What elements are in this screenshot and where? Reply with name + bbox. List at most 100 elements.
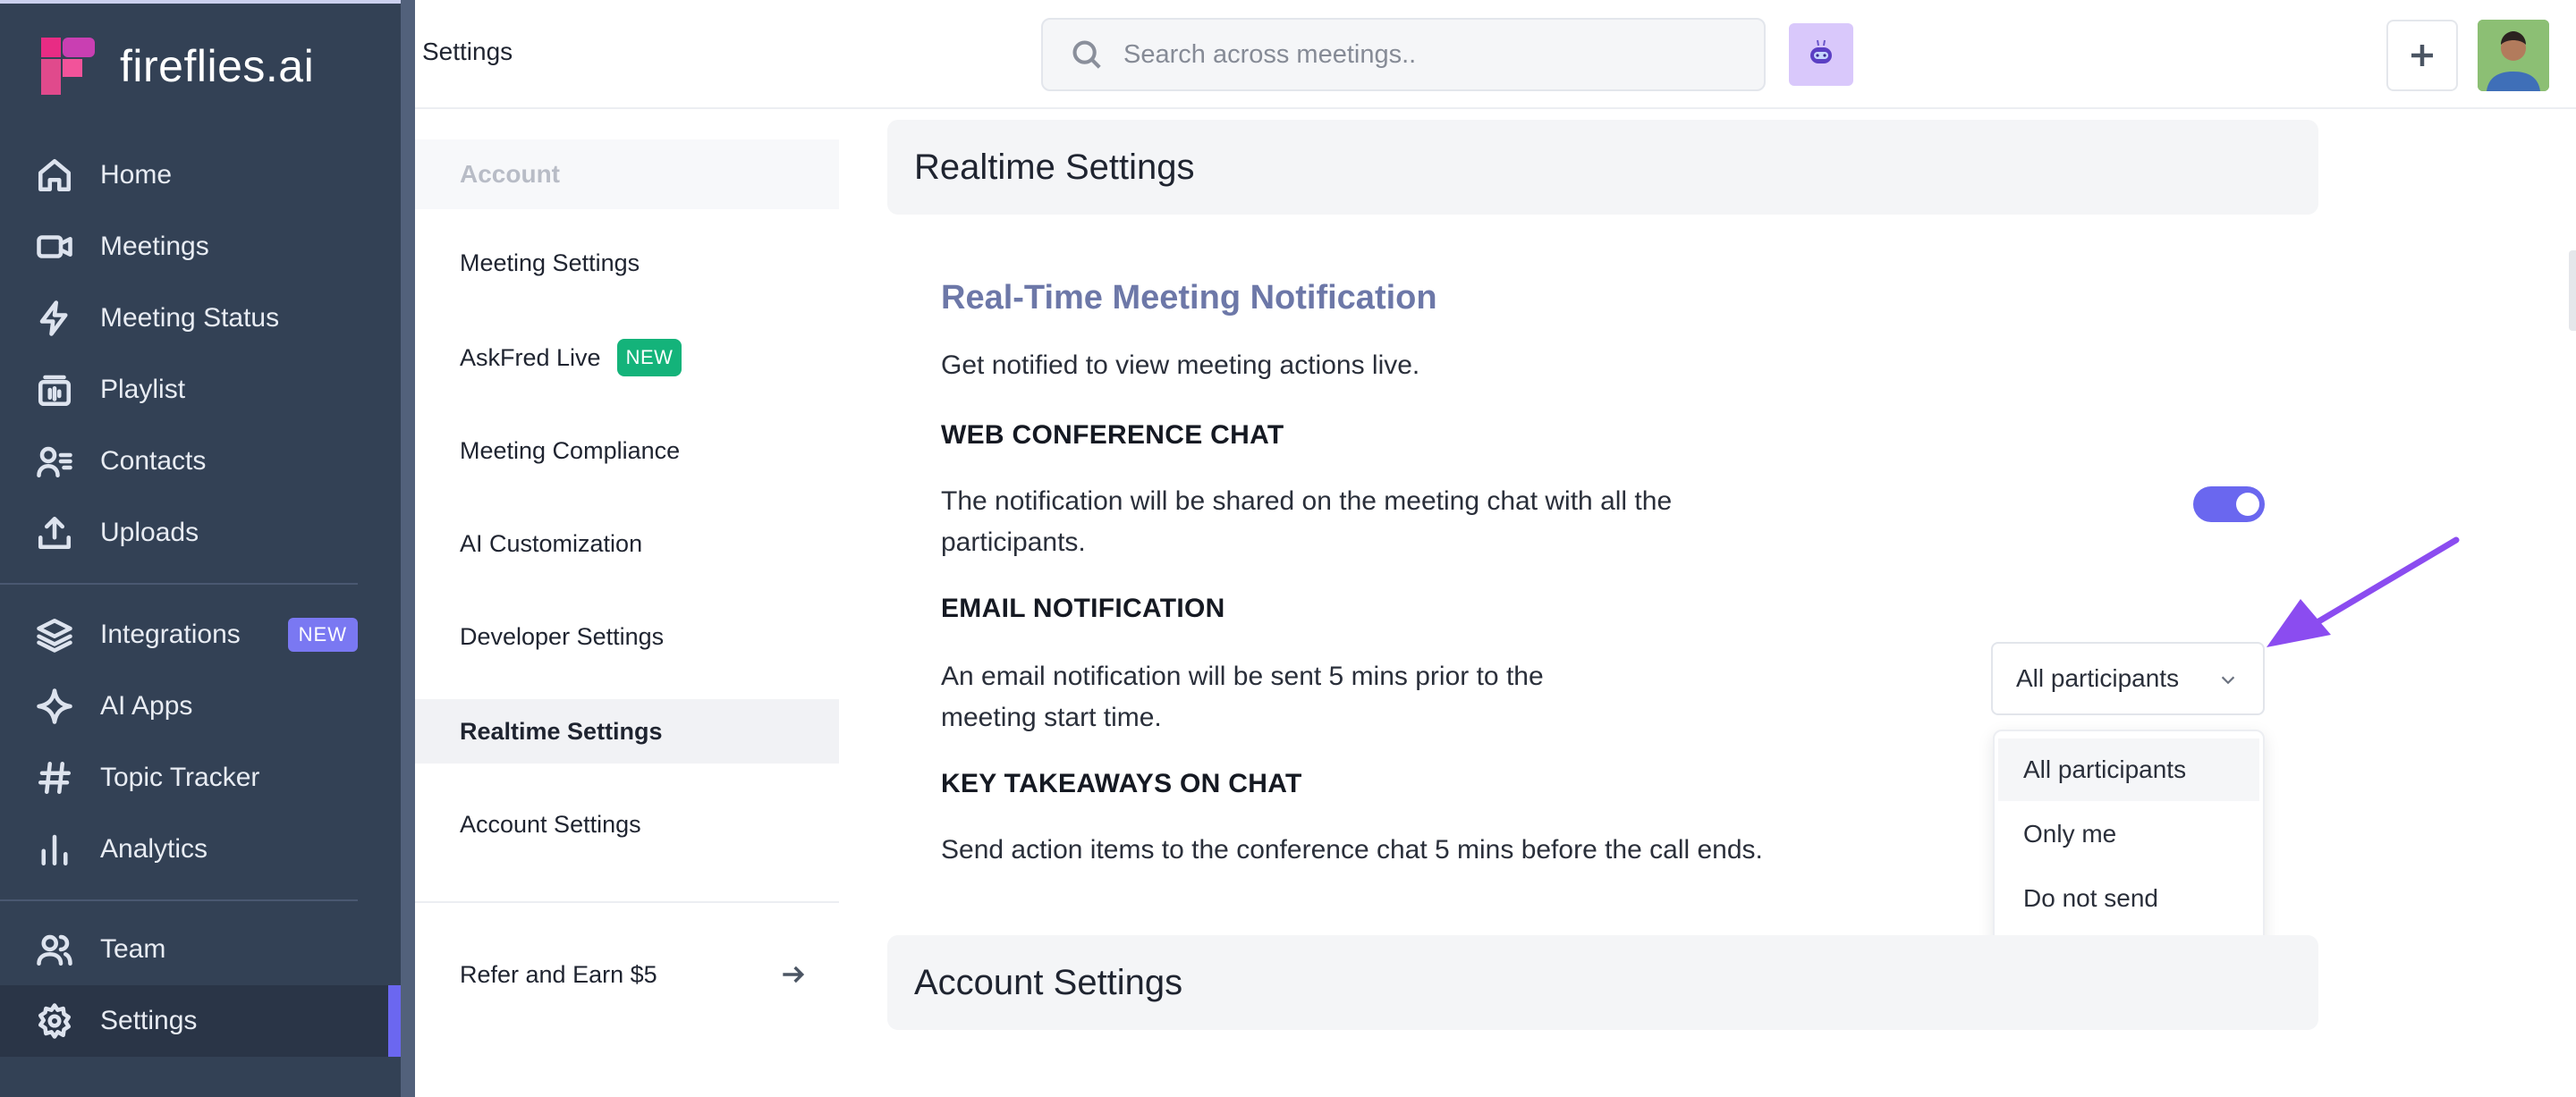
toggle-knob	[2236, 493, 2259, 516]
select-value: All participants	[2016, 664, 2180, 692]
search-icon	[1072, 40, 1101, 69]
email-recipient-select[interactable]: All participants	[1991, 642, 2265, 715]
user-avatar-image	[2478, 20, 2549, 91]
new-badge: NEW	[616, 339, 682, 376]
new-badge: NEW	[287, 618, 358, 652]
email-notification-description: An email notification will be sent 5 min…	[941, 656, 1544, 738]
description-line: The notification will be shared on the m…	[941, 486, 1673, 516]
nav-item-label: Uploads	[100, 518, 199, 547]
contacts-icon	[34, 441, 75, 482]
nav-item-label: AI Apps	[100, 691, 193, 721]
nav-item-label: Playlist	[100, 375, 186, 404]
robot-icon	[1810, 39, 1832, 63]
nav-item-label: Home	[100, 160, 173, 190]
active-indicator	[388, 985, 401, 1057]
nav-item-team[interactable]: Team	[0, 914, 401, 985]
nav-item-label: Analytics	[100, 834, 208, 864]
menu-item-label: Meeting Compliance	[460, 436, 681, 464]
nav-item-uploads[interactable]: Uploads	[0, 497, 401, 569]
sidebar-scrollbar[interactable]	[401, 0, 415, 1097]
description-line: participants.	[941, 527, 1086, 557]
nav-item-integrations[interactable]: Integrations NEW	[0, 599, 401, 671]
arrow-right-icon	[783, 966, 805, 983]
menu-item-label: Realtime Settings	[460, 717, 663, 745]
search-input[interactable]	[1123, 39, 1714, 70]
gear-icon	[34, 1000, 75, 1042]
layers-icon	[34, 614, 75, 655]
email-notification-label: EMAIL NOTIFICATION	[941, 594, 1225, 623]
menu-item-label: Developer Settings	[460, 622, 665, 650]
menu-item-meeting-compliance[interactable]: Meeting Compliance	[415, 418, 839, 483]
nav-item-label: Integrations	[100, 620, 241, 649]
fireflies-logo-icon	[36, 34, 100, 98]
menu-item-label: AI Customization	[460, 529, 643, 557]
avatar[interactable]	[2478, 20, 2549, 91]
nav-item-label: Settings	[100, 1006, 198, 1035]
nav-item-label: Team	[100, 934, 166, 964]
sparkle-icon	[34, 686, 75, 727]
nav-item-meeting-status[interactable]: Meeting Status	[0, 283, 401, 354]
notification-title: Real-Time Meeting Notification	[941, 279, 1437, 316]
side-panel-tab[interactable]	[2569, 250, 2576, 331]
lightning-icon	[34, 298, 75, 339]
key-takeaways-label: KEY TAKEAWAYS ON CHAT	[941, 769, 1302, 798]
brand-name: fireflies.ai	[120, 41, 315, 91]
nav-divider	[0, 899, 358, 901]
description-line: meeting start time.	[941, 703, 1162, 732]
bar-chart-icon	[34, 829, 75, 870]
nav-item-label: Meeting Status	[100, 303, 280, 333]
dropdown-option-do-not-send[interactable]: Do not send	[1998, 867, 2259, 930]
brand[interactable]: fireflies.ai	[36, 34, 314, 98]
web-conference-chat-toggle[interactable]	[2193, 486, 2265, 522]
menu-item-meeting-settings[interactable]: Meeting Settings	[415, 231, 839, 295]
nav-item-home[interactable]: Home	[0, 139, 401, 211]
upload-icon	[34, 512, 75, 553]
hashtag-icon	[34, 757, 75, 798]
playlist-icon	[34, 369, 75, 410]
menu-item-account-settings[interactable]: Account Settings	[415, 792, 839, 857]
menu-item-label: Meeting Settings	[460, 249, 640, 276]
menu-item-developer-settings[interactable]: Developer Settings	[415, 604, 839, 669]
web-conference-chat-label: WEB CONFERENCE CHAT	[941, 420, 1284, 450]
refer-and-earn-link[interactable]: Refer and Earn $5	[415, 942, 839, 1007]
team-icon	[34, 929, 75, 970]
plus-icon	[2411, 45, 2433, 66]
settings-menu: Account Meeting Settings AskFred Live NE…	[415, 111, 839, 1097]
web-conference-chat-description: The notification will be shared on the m…	[941, 481, 1672, 563]
chevron-down-icon	[2221, 676, 2235, 685]
nav-item-analytics[interactable]: Analytics	[0, 814, 401, 885]
menu-item-label: Account Settings	[460, 810, 641, 838]
nav-item-meetings[interactable]: Meetings	[0, 211, 401, 283]
nav-item-label: Topic Tracker	[100, 763, 260, 792]
top-bar: Settings	[415, 0, 2576, 109]
key-takeaways-description: Send action items to the conference chat…	[941, 835, 1763, 865]
description-line: An email notification will be sent 5 min…	[941, 662, 1544, 691]
nav-divider	[0, 583, 358, 585]
email-recipient-dropdown: All participants Only me Do not send	[1993, 730, 2265, 953]
menu-item-ai-customization[interactable]: AI Customization	[415, 511, 839, 576]
nav-item-contacts[interactable]: Contacts	[0, 426, 401, 497]
menu-item-realtime-settings[interactable]: Realtime Settings	[415, 699, 839, 764]
search-box[interactable]	[1041, 18, 1766, 91]
menu-item-askfred-live[interactable]: AskFred Live NEW	[415, 325, 839, 390]
nav-item-ai-apps[interactable]: AI Apps	[0, 671, 401, 742]
nav-item-playlist[interactable]: Playlist	[0, 354, 401, 426]
realtime-settings-header: Realtime Settings	[887, 120, 2318, 215]
nav-item-label: Contacts	[100, 446, 207, 476]
app-sidebar: fireflies.ai Home Meetings Meeting Statu…	[0, 0, 401, 1097]
dropdown-option-only-me[interactable]: Only me	[1998, 803, 2259, 865]
home-icon	[34, 155, 75, 196]
menu-section-account: Account	[415, 139, 839, 209]
menu-item-label: AskFred Live	[460, 343, 601, 371]
page-title: Settings	[422, 38, 513, 65]
dropdown-option-all-participants[interactable]: All participants	[1998, 738, 2259, 801]
account-settings-header: Account Settings	[887, 935, 2318, 1030]
add-button[interactable]	[2386, 20, 2458, 91]
nav-item-label: Meetings	[100, 232, 209, 261]
refer-label: Refer and Earn $5	[460, 960, 657, 988]
video-icon	[34, 226, 75, 267]
annotation-arrow-icon	[2267, 536, 2460, 647]
fred-bot-button[interactable]	[1789, 23, 1853, 86]
nav-item-settings[interactable]: Settings	[0, 985, 401, 1057]
nav-item-topic-tracker[interactable]: Topic Tracker	[0, 742, 401, 814]
